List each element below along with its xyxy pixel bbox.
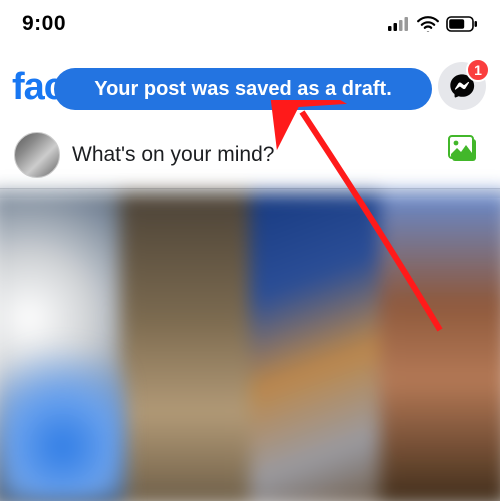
toast-message: Your post was saved as a draft. xyxy=(94,78,392,101)
story-card[interactable] xyxy=(250,192,380,501)
composer-row[interactable]: What's on your mind? xyxy=(0,126,500,184)
cellular-icon xyxy=(388,17,410,31)
story-card[interactable] xyxy=(120,192,250,501)
draft-saved-toast[interactable]: Your post was saved as a draft. xyxy=(54,68,432,110)
story-card[interactable] xyxy=(380,192,500,501)
photo-button[interactable] xyxy=(446,134,482,166)
messenger-button[interactable]: 1 xyxy=(438,62,486,110)
status-icons xyxy=(388,16,478,32)
avatar[interactable] xyxy=(14,132,60,178)
status-bar: 9:00 xyxy=(0,0,500,48)
story-accent xyxy=(0,198,125,501)
photo-icon xyxy=(448,135,480,165)
battery-icon xyxy=(446,16,478,32)
status-time: 9:00 xyxy=(22,12,66,36)
composer-placeholder[interactable]: What's on your mind? xyxy=(72,143,274,167)
wifi-icon xyxy=(417,16,439,32)
messenger-badge: 1 xyxy=(466,58,490,82)
